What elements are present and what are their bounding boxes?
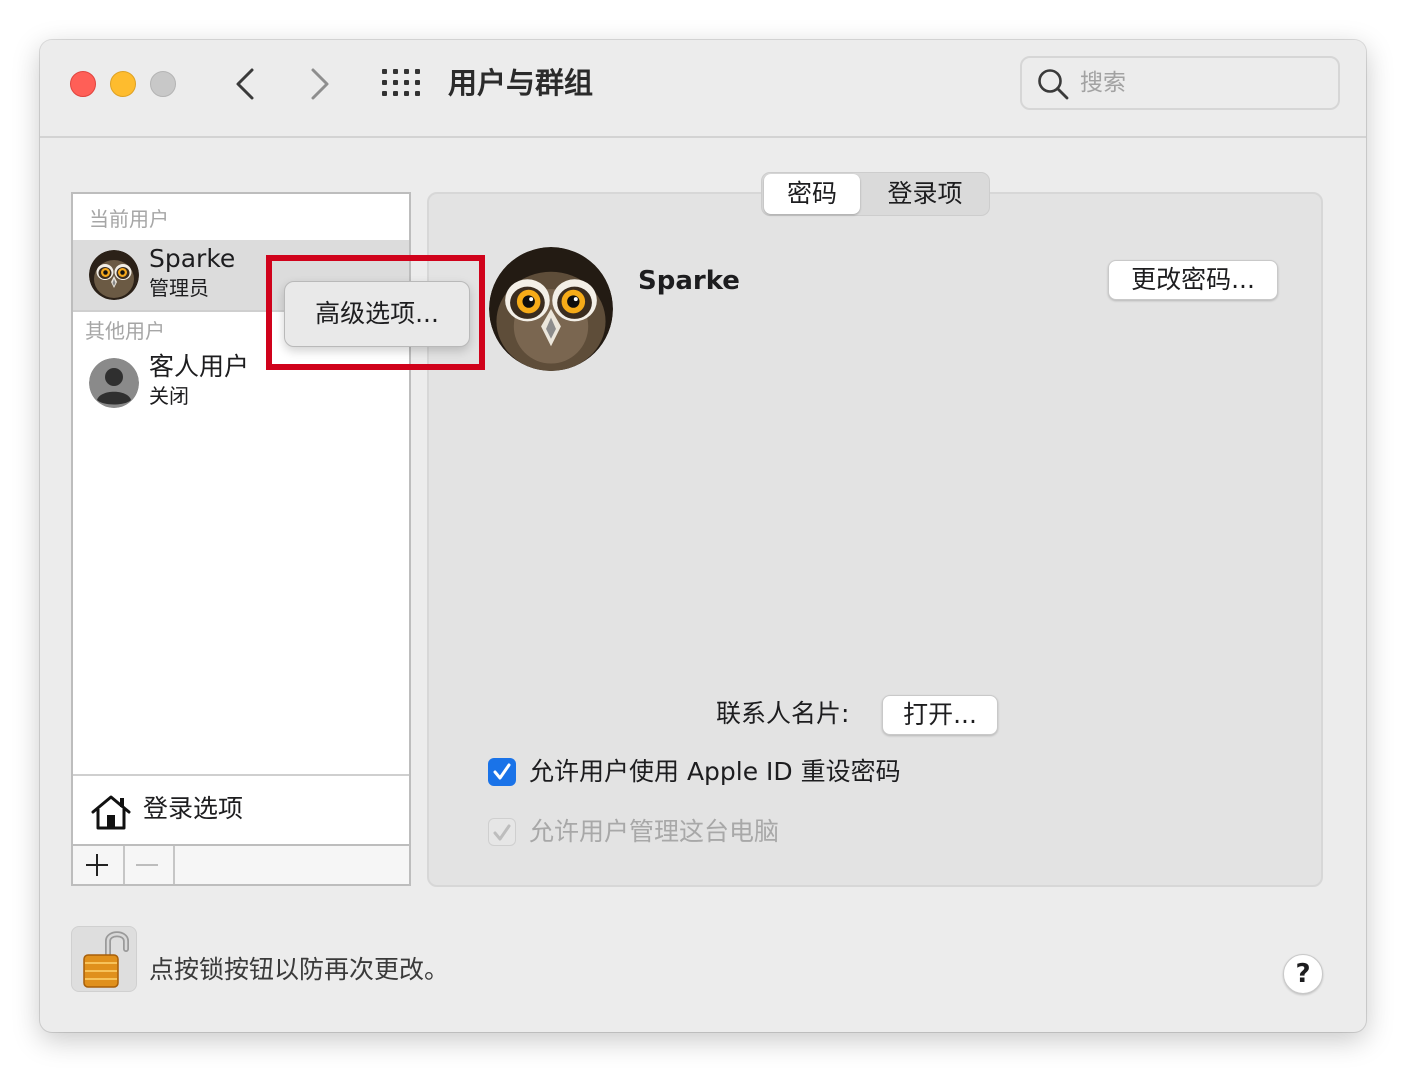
annotation-highlight-box [266, 255, 485, 370]
user-role: 关闭 [149, 384, 189, 408]
tab-password[interactable]: 密码 [764, 174, 860, 214]
back-chevron-icon [236, 68, 254, 100]
forward-button[interactable] [299, 64, 339, 104]
login-options-label: 登录选项 [143, 794, 244, 823]
user-name: Sparke [149, 244, 236, 273]
help-button[interactable]: ? [1283, 954, 1323, 994]
checkmark-icon [493, 763, 511, 780]
show-all-button[interactable] [382, 69, 420, 97]
allow-apple-id-reset-checkbox[interactable] [488, 758, 516, 786]
window-title: 用户与群组 [448, 66, 594, 100]
search-field[interactable] [1020, 56, 1340, 110]
login-options-item[interactable]: 登录选项 [73, 776, 409, 846]
search-icon [1038, 69, 1069, 100]
toolbar: 用户与群组 [40, 40, 1366, 138]
owl-avatar [89, 250, 139, 300]
preferences-window: 用户与群组 当前用户 [40, 40, 1366, 1032]
profile-picture[interactable] [489, 247, 613, 371]
profile-name: Sparke [638, 266, 740, 296]
remove-user-button[interactable] [123, 846, 175, 884]
back-button[interactable] [226, 64, 266, 104]
user-name: 客人用户 [149, 352, 250, 381]
checkmark-icon [493, 824, 511, 841]
house-icon [91, 795, 131, 830]
close-window-button[interactable] [70, 71, 96, 97]
allow-admin-checkbox [488, 818, 516, 846]
guest-avatar-icon [89, 358, 139, 408]
forward-chevron-icon [311, 68, 329, 100]
lock-status-text: 点按锁按钮以防再次更改。 [149, 955, 450, 984]
allow-apple-id-reset-label: 允许用户使用 Apple ID 重设密码 [529, 757, 901, 786]
padlock-open-icon [83, 931, 129, 988]
owl-avatar [489, 247, 613, 371]
zoom-window-button[interactable] [150, 71, 176, 97]
current-users-header: 当前用户 [89, 207, 169, 231]
allow-admin-label: 允许用户管理这台电脑 [529, 817, 780, 846]
tab-bar: 密码 登录项 [761, 172, 990, 216]
search-input[interactable] [1080, 66, 1320, 100]
open-contact-card-button[interactable]: 打开... [882, 695, 998, 735]
other-users-header: 其他用户 [85, 319, 165, 343]
tab-login-items[interactable]: 登录项 [864, 174, 986, 214]
minimize-window-button[interactable] [110, 71, 136, 97]
add-user-button[interactable] [73, 846, 125, 884]
lock-button[interactable] [71, 926, 137, 992]
user-list-footer [71, 844, 411, 886]
change-password-button[interactable]: 更改密码... [1108, 260, 1278, 300]
contact-card-label: 联系人名片: [716, 699, 850, 728]
user-role: 管理员 [149, 276, 209, 300]
